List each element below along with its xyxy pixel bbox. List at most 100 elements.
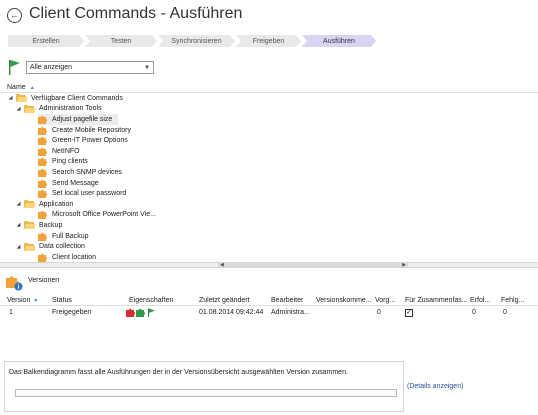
tree-node-netinfo[interactable]: NetINFO xyxy=(38,146,80,157)
folder-icon xyxy=(24,200,36,209)
red-puzzle-icon xyxy=(126,308,136,317)
tree-node-label: Data collection xyxy=(39,243,85,251)
flag-icon[interactable] xyxy=(7,59,21,75)
tree-node-label: Full Backup xyxy=(52,232,89,240)
tree-node-powerpoint-viewer[interactable]: Microsoft Office PowerPoint Vie... xyxy=(38,210,156,221)
column-status[interactable]: Status xyxy=(52,295,122,306)
step-ausfuehren[interactable]: Ausführen xyxy=(302,35,376,47)
column-zuletzt-geaendert[interactable]: Zuletzt geändert xyxy=(199,295,265,306)
column-eigenschaften[interactable]: Eigenschaften xyxy=(129,295,194,306)
step-testen[interactable]: Testen xyxy=(85,35,157,47)
tree-node-root[interactable]: ◢ Verfügbare Client Commands xyxy=(7,93,123,104)
cell-vorgaenge: 0 xyxy=(377,309,381,316)
cell-versionskommentar xyxy=(316,307,372,318)
tree-node-data-collection[interactable]: ◢ Data collection xyxy=(15,241,85,252)
column-version[interactable]: Version ▼ xyxy=(7,295,47,306)
tree-node-green-it[interactable]: Green-IT Power Options xyxy=(38,135,128,146)
puzzle-icon xyxy=(38,211,48,220)
command-tree: ◢ Verfügbare Client Commands ◢ Administr… xyxy=(0,93,538,262)
execution-chart-panel: Das Balkendiagramm fasst alle Ausführung… xyxy=(4,361,404,412)
tree-node-label: NetINFO xyxy=(52,147,80,155)
tree-node-send-message[interactable]: Send Message xyxy=(38,178,99,189)
versions-grid-header: Version ▼ Status Eigenschaften Zuletzt ge… xyxy=(0,295,538,306)
puzzle-icon xyxy=(38,158,48,167)
collapse-icon[interactable]: ◢ xyxy=(15,244,22,250)
tree-node-search-snmp[interactable]: Search SNMP devices xyxy=(38,167,122,178)
tree-node-set-local-user-password[interactable]: Set local user password xyxy=(38,188,126,199)
tree-node-client-location[interactable]: Client location xyxy=(38,252,96,262)
puzzle-icon xyxy=(38,115,48,124)
versions-icon xyxy=(6,276,23,291)
tree-node-label: Client location xyxy=(52,253,96,261)
table-row[interactable]: 1 Freigegeben 01.08.2014 09:42:44 Admini… xyxy=(0,307,538,318)
summary-checkbox[interactable]: ✓ xyxy=(405,308,413,317)
chevron-down-icon: ▼ xyxy=(144,64,150,71)
details-link[interactable]: (Details anzeigen) xyxy=(407,383,463,390)
column-vorgaenge[interactable]: Vorg... xyxy=(375,295,403,306)
tree-node-label: Administration Tools xyxy=(39,105,102,113)
scroll-left-icon[interactable]: ◀ xyxy=(220,262,224,268)
cell-zuletzt-geaendert: 01.08.2014 09:42:44 xyxy=(199,309,264,316)
puzzle-icon xyxy=(38,189,48,199)
tree-node-label: Application xyxy=(39,200,74,208)
tree-node-backup[interactable]: ◢ Backup xyxy=(15,220,62,231)
name-column-label: Name xyxy=(7,84,26,91)
tree-node-label: Backup xyxy=(39,221,63,229)
column-fuer-zusammenfassung[interactable]: Für Zusammenfas... xyxy=(405,295,467,306)
tree-node-adjust-pagefile[interactable]: Adjust pagefile size xyxy=(38,114,119,125)
properties-icons xyxy=(126,308,155,317)
collapse-icon[interactable]: ◢ xyxy=(15,106,22,112)
scroll-right-icon[interactable]: ▶ xyxy=(402,262,406,268)
scrollbar-thumb[interactable]: ◀ ▶ xyxy=(218,262,408,268)
folder-icon xyxy=(24,221,36,230)
step-synchronisieren[interactable]: Synchronisieren xyxy=(158,35,235,47)
versions-label: Versionen xyxy=(28,277,60,284)
collapse-icon[interactable]: ◢ xyxy=(15,201,22,207)
cell-bearbeiter: Administra... xyxy=(271,309,310,316)
tree-column-header[interactable]: Name ▲ xyxy=(0,83,538,93)
collapse-icon[interactable]: ◢ xyxy=(7,95,14,101)
flag-icon xyxy=(148,308,149,317)
tree-node-label: Ping clients xyxy=(52,158,88,166)
tree-node-administration-tools[interactable]: ◢ Administration Tools xyxy=(15,104,102,115)
cell-version: 1 xyxy=(9,309,13,316)
puzzle-icon xyxy=(38,179,48,188)
tree-node-label: Verfügbare Client Commands xyxy=(31,94,123,102)
folder-icon xyxy=(24,104,36,113)
step-freigeben[interactable]: Freigeben xyxy=(236,35,301,47)
tree-node-application[interactable]: ◢ Application xyxy=(15,199,73,210)
wizard-steps: Erstellen Testen Synchronisieren Freigeb… xyxy=(8,35,377,47)
column-versionskommentar[interactable]: Versionskomme... xyxy=(316,295,372,306)
puzzle-icon xyxy=(38,126,48,135)
green-puzzle-icon xyxy=(136,308,146,317)
page-title: Client Commands - Ausführen xyxy=(29,5,243,22)
column-erfolgreich[interactable]: Erfol... xyxy=(470,295,498,306)
horizontal-scrollbar[interactable]: ◀ ▶ xyxy=(0,262,538,268)
puzzle-icon xyxy=(38,136,48,146)
cell-status: Freigegeben xyxy=(52,309,92,316)
tree-node-create-mobile-repository[interactable]: Create Mobile Repository xyxy=(38,125,131,136)
cell-eigenschaften xyxy=(126,307,166,318)
tree-node-label: Set local user password xyxy=(52,190,127,198)
folder-icon xyxy=(16,94,28,103)
collapse-icon[interactable]: ◢ xyxy=(15,222,22,228)
filter-dropdown[interactable]: Alle anzeigen ▼ xyxy=(26,60,154,74)
puzzle-icon xyxy=(38,147,48,156)
execution-bar xyxy=(15,389,397,397)
tree-node-label: Green-IT Power Options xyxy=(52,137,128,145)
chart-description: Das Balkendiagramm fasst alle Ausführung… xyxy=(9,369,348,376)
tree-node-full-backup[interactable]: Full Backup xyxy=(38,231,89,242)
step-erstellen[interactable]: Erstellen xyxy=(8,35,84,47)
column-fehlgeschlagen[interactable]: Fehlg... xyxy=(501,295,535,306)
sort-descending-icon: ▼ xyxy=(33,297,39,304)
tree-node-label: Send Message xyxy=(52,179,99,187)
cell-fuer-zusammenfassung: ✓ xyxy=(405,307,425,318)
cell-erfolgreich: 0 xyxy=(472,309,476,316)
puzzle-icon xyxy=(38,253,48,262)
column-bearbeiter[interactable]: Bearbeiter xyxy=(271,295,313,306)
back-arrow-icon[interactable]: ← xyxy=(7,8,22,23)
puzzle-icon xyxy=(38,232,48,241)
cell-fehlgeschlagen: 0 xyxy=(503,309,507,316)
tree-node-ping-clients[interactable]: Ping clients xyxy=(38,157,88,168)
puzzle-icon xyxy=(38,168,48,177)
